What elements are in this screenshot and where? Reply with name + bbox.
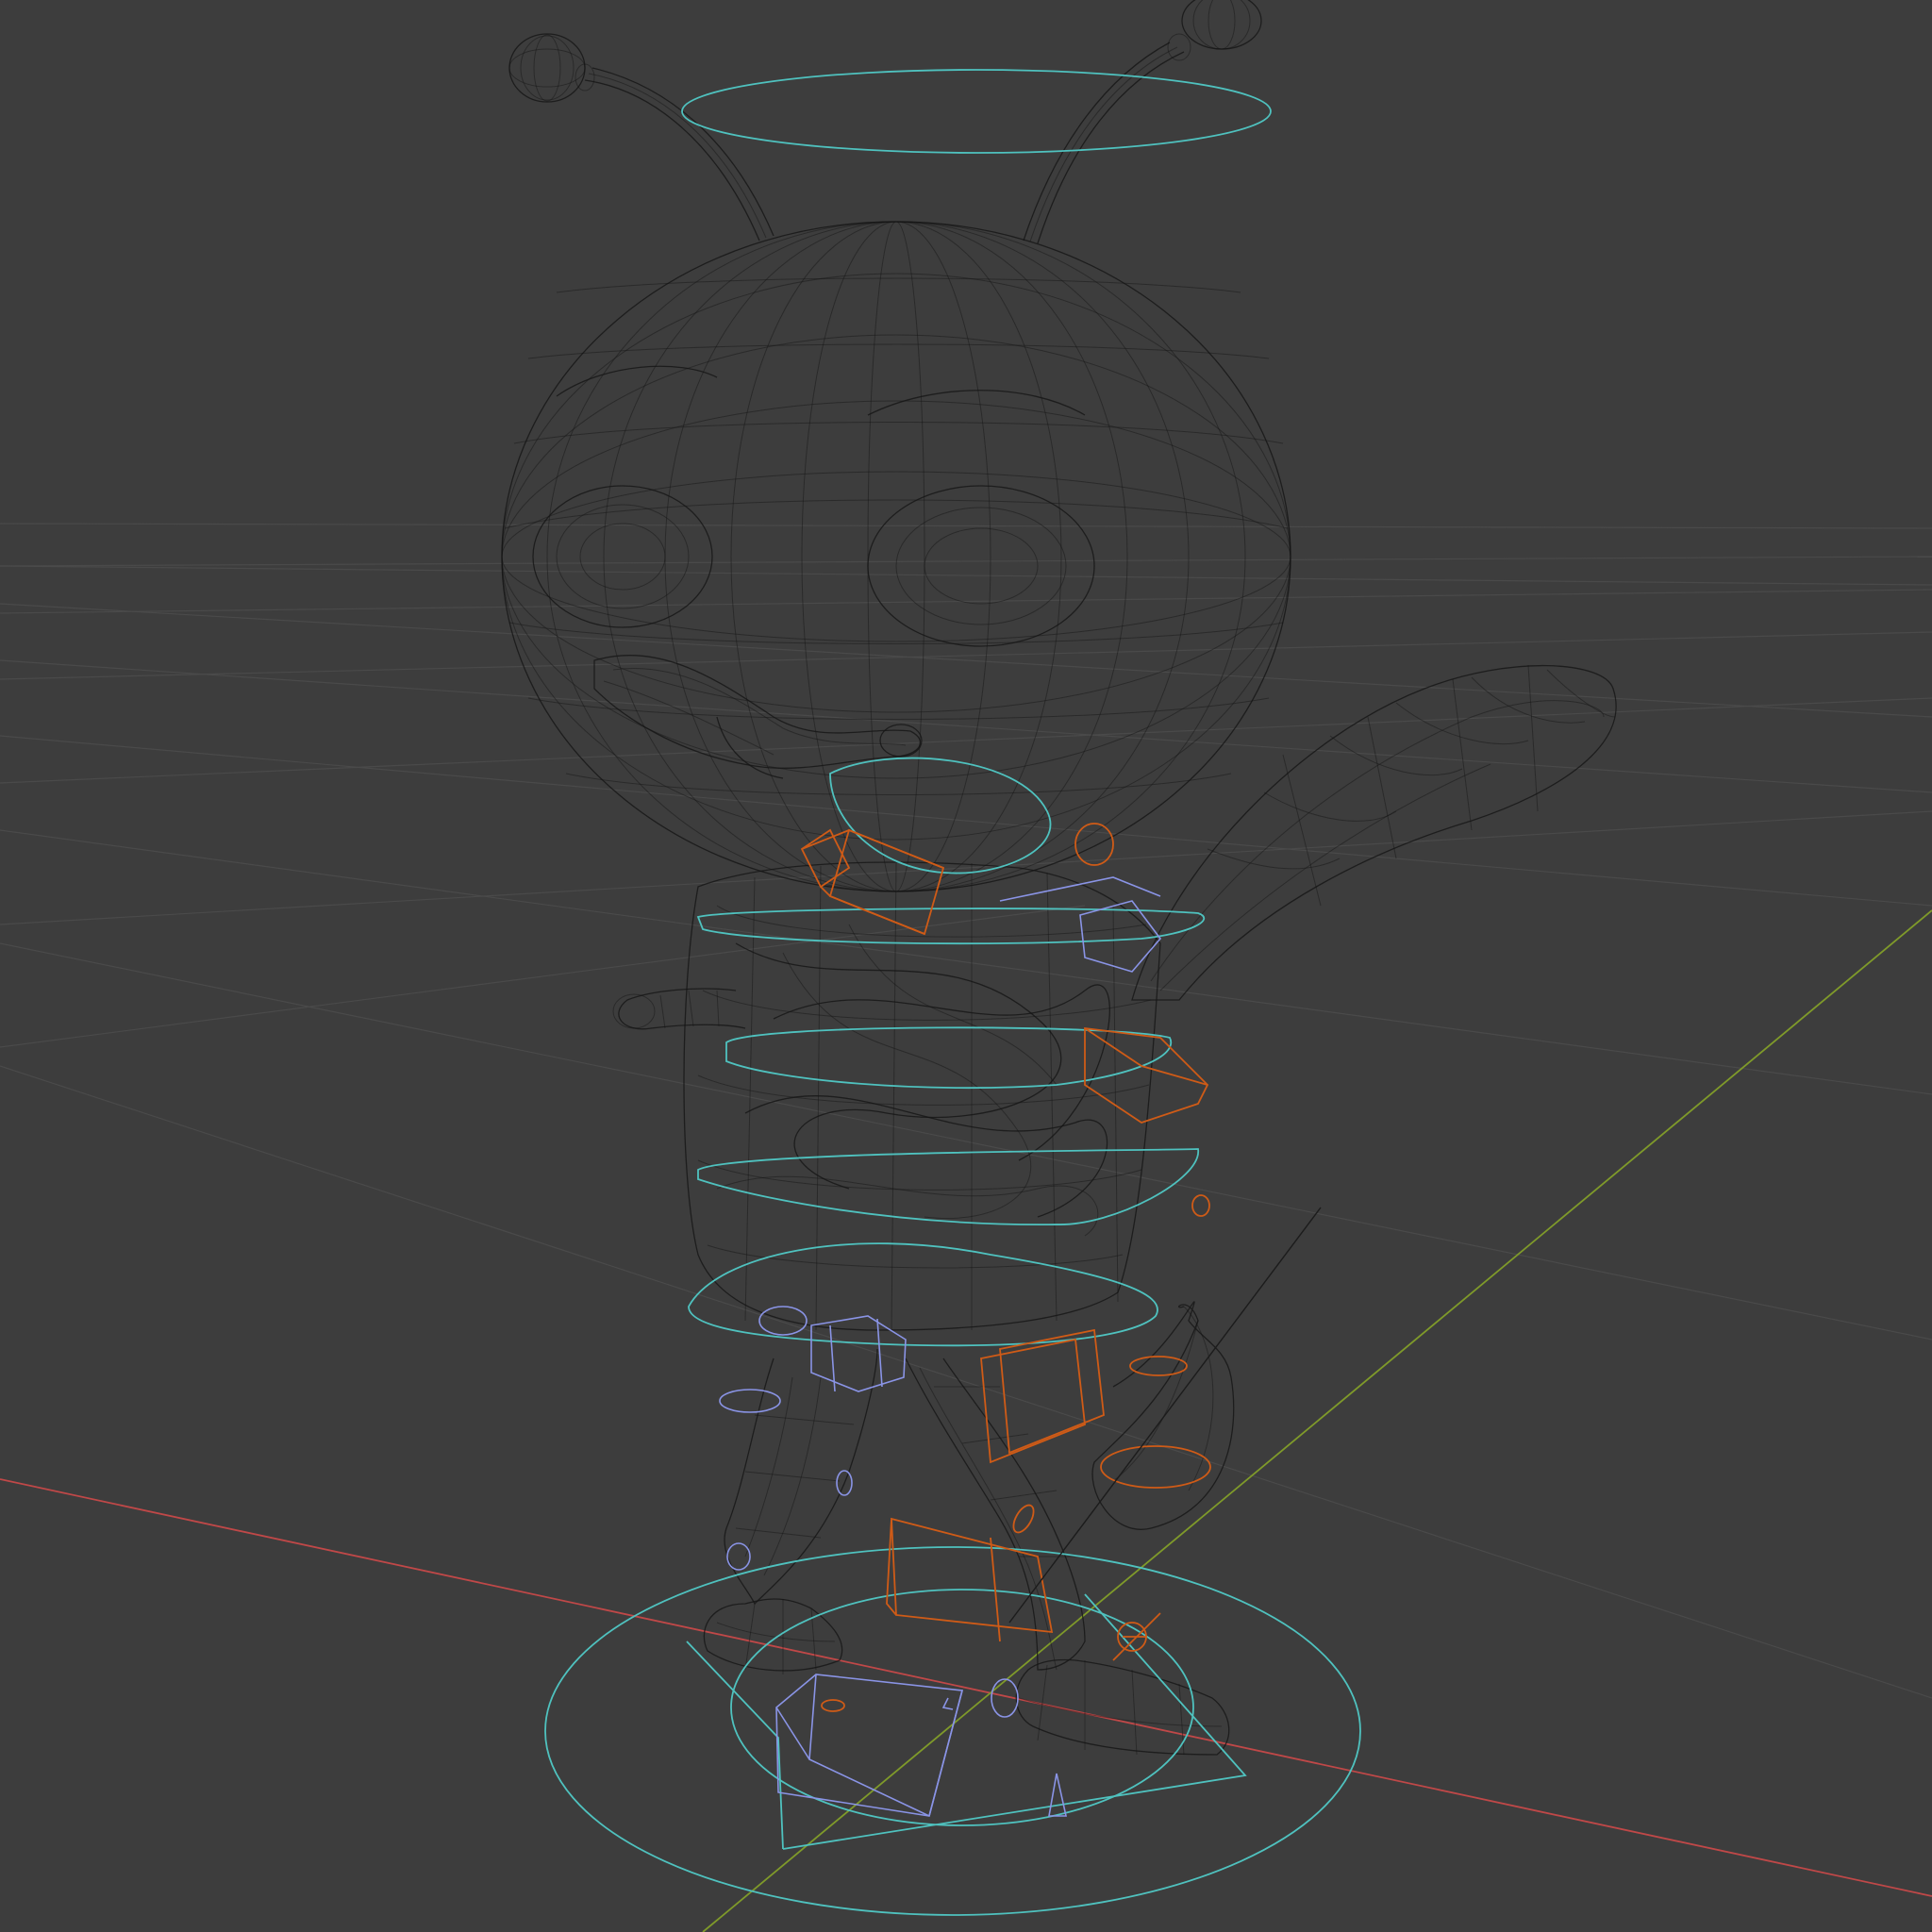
pelvis-control[interactable] — [688, 1242, 1158, 1347]
character-mesh[interactable] — [501, 0, 1617, 1756]
head-mesh — [501, 221, 1291, 892]
floor-grid — [0, 523, 1932, 1699]
pivot-line — [1008, 1207, 1322, 1624]
rig-controls[interactable] — [544, 69, 1361, 1916]
leg-right-mesh — [905, 1357, 1230, 1756]
y-axis-line — [702, 909, 1932, 1932]
root-control-outer[interactable] — [544, 1546, 1361, 1916]
arm-left-mesh — [612, 988, 746, 1030]
3d-viewport[interactable] — [0, 0, 1932, 1932]
tail-mesh — [1091, 1301, 1235, 1530]
fk-controls[interactable] — [719, 876, 1162, 1817]
spine-control-2[interactable] — [725, 1026, 1173, 1090]
viewport-canvas[interactable] — [0, 0, 1932, 1932]
antenna-left — [508, 33, 774, 242]
leg-left-mesh — [703, 1348, 878, 1674]
head-top-control[interactable] — [681, 69, 1272, 154]
spine-control-3[interactable] — [697, 1148, 1199, 1225]
antenna-right — [1023, 0, 1262, 244]
spine-control-1[interactable] — [696, 908, 1206, 945]
neck-control[interactable] — [829, 757, 1052, 874]
root-arrow — [686, 1641, 784, 1850]
ik-controls[interactable] — [800, 823, 1211, 1712]
x-axis-line — [0, 1478, 1932, 1897]
